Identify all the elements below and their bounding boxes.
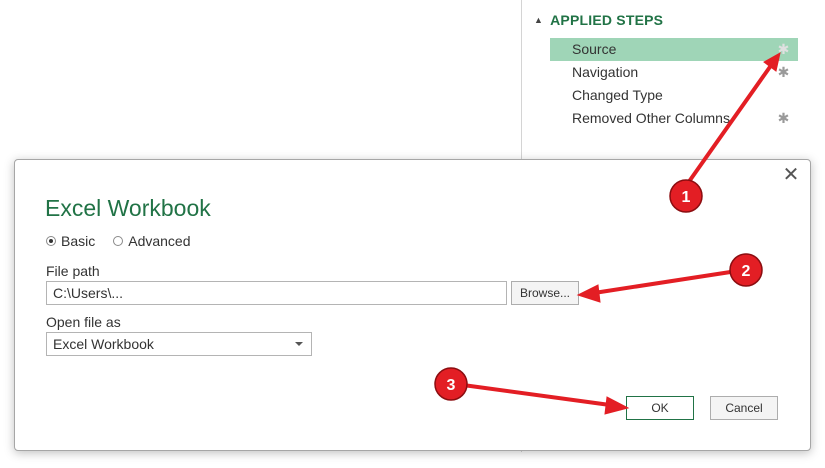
step-label: Changed Type [572, 87, 663, 103]
ok-button[interactable]: OK [626, 396, 694, 420]
gear-icon[interactable]: ✱ [775, 64, 792, 81]
open-file-as-value: Excel Workbook [53, 336, 154, 352]
radio-unselected-icon[interactable] [113, 236, 124, 246]
dialog-title: Excel Workbook [45, 195, 211, 221]
open-file-as-label: Open file as [46, 314, 121, 330]
open-file-as-select[interactable]: Excel Workbook [46, 332, 312, 356]
close-icon[interactable]: ✕ [782, 165, 800, 185]
file-path-input[interactable]: C:\Users\... [46, 281, 507, 305]
background-strip [0, 452, 825, 468]
step-label: Removed Other Columns [572, 110, 730, 126]
step-source[interactable]: Source ✱ [550, 38, 798, 61]
radio-advanced[interactable]: Advanced [113, 233, 191, 249]
step-navigation[interactable]: Navigation ✱ [550, 61, 798, 84]
gear-icon[interactable]: ✱ [775, 41, 792, 58]
mode-radio-group: Basic Advanced [46, 233, 191, 249]
browse-button[interactable]: Browse... [511, 281, 579, 305]
radio-selected-icon[interactable] [46, 236, 56, 246]
step-label: Source [572, 41, 617, 57]
applied-steps-header[interactable]: ▲ APPLIED STEPS [534, 12, 663, 28]
step-removed-other-columns[interactable]: Removed Other Columns ✱ [550, 107, 798, 130]
radio-basic-label: Basic [61, 233, 96, 249]
applied-steps-title: APPLIED STEPS [550, 12, 664, 28]
chevron-down-icon[interactable] [295, 342, 303, 346]
radio-advanced-label: Advanced [128, 233, 191, 249]
excel-workbook-dialog: ✕ Excel Workbook Basic Advanced File pat… [14, 159, 811, 451]
step-label: Navigation [572, 64, 639, 80]
file-path-label: File path [46, 263, 100, 279]
collapse-triangle-icon[interactable]: ▲ [534, 15, 543, 25]
gear-icon[interactable]: ✱ [775, 110, 792, 127]
radio-basic[interactable]: Basic [46, 233, 95, 249]
cancel-button[interactable]: Cancel [710, 396, 778, 420]
step-changed-type[interactable]: Changed Type [550, 84, 798, 107]
